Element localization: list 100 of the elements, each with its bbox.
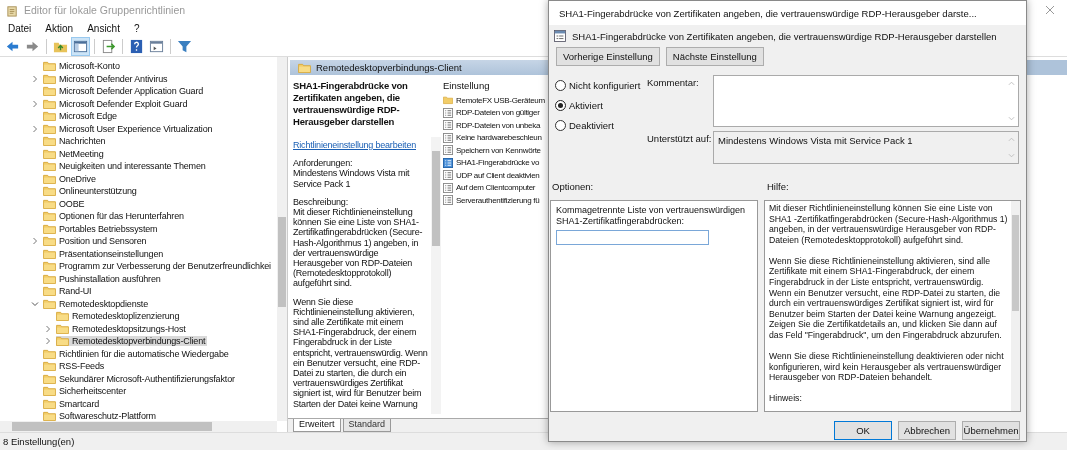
tree-item[interactable]: NetMeeting <box>59 148 104 159</box>
setting-item[interactable]: RDP-Dateien von gültiger <box>456 108 540 118</box>
folder-icon <box>43 73 56 84</box>
dialog-button[interactable]: OK <box>834 421 892 440</box>
edit-policy-link[interactable]: Richtlinieneinstellung bearbeiten <box>293 140 429 151</box>
tree-item[interactable]: Remotedesktopdienste <box>59 298 149 309</box>
tree-item[interactable]: Programm zur Verbesserung der Benutzerfreundlichkei <box>59 261 271 272</box>
scroll-down-icon[interactable] <box>1008 153 1015 158</box>
setting-item[interactable]: Keine hardwarebeschleun <box>456 133 542 143</box>
help-text: Wenn Sie diese Richtlinieneinstellung deaktivieren oder nicht konfigurieren, wird kein Herausgeber als vertrauenswürdiger Herausgeber von RDP-Dateien behandelt. <box>769 351 1005 383</box>
description-text: Wenn Sie diese Richtlinieneinstellung aktivieren, sind alle Zertifikate mit einem SHA1-Fingerabdruck, der einem Fingerabdruck in der Liste entspricht, vertrauenswürdig. Wenn ein Benutzer versucht, eine RDP-Datei zu starten, die durch ein vertrauenswürdiges Zertifikat signiert ist, wird für Benutzer beim Starten der Datei keine Warnung <box>293 296 429 409</box>
scrollbar-thumb[interactable] <box>432 151 440 246</box>
view-tab[interactable]: Standard <box>342 419 392 432</box>
scroll-down-icon[interactable] <box>1008 116 1015 121</box>
policy-icon <box>443 145 453 156</box>
tree-item[interactable]: Pushinstallation ausführen <box>59 273 161 284</box>
radio-label[interactable]: Nicht konfiguriert <box>569 80 641 91</box>
menu-item[interactable]: ? <box>133 22 140 34</box>
radio-button[interactable] <box>555 120 566 131</box>
policy-icon <box>443 170 453 181</box>
tree-item[interactable]: Nachrichten <box>59 136 106 147</box>
folder-icon <box>443 95 453 106</box>
policy-icon <box>443 132 453 143</box>
dialog-title: SHA1-Fingerabdrücke von Zertifikaten angeben, die vertrauenswürdige RDP-Herausgeber darste... <box>559 7 977 19</box>
tree-item[interactable]: Microsoft Edge <box>59 111 117 122</box>
nav-button[interactable]: Vorherige Einstellung <box>556 47 660 66</box>
tree-item[interactable]: Onlineunterstützung <box>59 186 137 197</box>
dialog-button[interactable]: Übernehmen <box>962 421 1020 440</box>
menu-item[interactable]: Datei <box>8 22 32 34</box>
tree-item[interactable]: RSS-Feeds <box>59 361 105 372</box>
setting-item[interactable]: Serverauthentifizierung fü <box>456 195 540 205</box>
tree-item[interactable]: Smartcard <box>59 398 100 409</box>
nav-button[interactable]: Nächste Einstellung <box>665 47 764 66</box>
tree-item[interactable]: OneDrive <box>59 173 96 184</box>
help-icon[interactable] <box>128 37 145 55</box>
export-icon[interactable] <box>100 37 117 55</box>
scrollbar[interactable] <box>277 57 287 421</box>
folder-icon <box>43 398 56 409</box>
requirements-label: Anforderungen: <box>293 158 353 169</box>
folder-icon <box>43 386 56 397</box>
options-label: Optionen: <box>551 181 595 194</box>
close-icon[interactable] <box>1045 5 1055 15</box>
supported-text: Mindestens Windows Vista mit Service Pack 1 <box>717 134 914 148</box>
folder-icon <box>43 161 56 172</box>
tree-item[interactable]: Präsentationseinstellungen <box>59 248 164 259</box>
radio-label[interactable]: Aktiviert <box>569 100 603 111</box>
tree-item[interactable]: Sicherheitscenter <box>59 386 126 397</box>
tree-item[interactable]: Portables Betriebssystem <box>59 223 158 234</box>
setting-item[interactable]: RemoteFX USB-Geräteum <box>456 95 545 105</box>
folder-icon <box>56 311 69 322</box>
scroll-up-icon[interactable] <box>1008 81 1015 86</box>
pane-icon[interactable] <box>72 37 89 55</box>
menu-item[interactable]: Ansicht <box>87 22 120 34</box>
scrollbar[interactable] <box>1011 201 1020 411</box>
scroll-up-icon[interactable] <box>1008 137 1015 142</box>
tree-item[interactable]: Microsoft-Konto <box>59 61 120 72</box>
tree-item[interactable]: Sekundärer Microsoft-Authentifizierungsfaktor <box>59 373 235 384</box>
tree-item[interactable]: Microsoft User Experience Virtualization <box>59 123 213 134</box>
setting-item[interactable]: SHA1-Fingerabdrücke vo <box>456 158 540 168</box>
menu-item[interactable]: Aktion <box>45 22 74 34</box>
radio-label[interactable]: Deaktiviert <box>569 120 614 131</box>
tree-item[interactable]: Microsoft Defender Antivirus <box>59 73 168 84</box>
scrollbar-thumb[interactable] <box>12 422 212 431</box>
policy-title: SHA1-Fingerabdrücke von Zertifikaten angeben, die vertrauenswürdige RDP-Herausgeber darstellen <box>293 80 409 128</box>
tree-item[interactable]: Microsoft Defender Application Guard <box>59 86 204 97</box>
tree-item[interactable]: OOBE <box>59 198 85 209</box>
tree-item[interactable]: Remotedesktopsitzungs-Host <box>72 323 186 334</box>
scrollbar-thumb[interactable] <box>1012 215 1019 311</box>
scrollbar[interactable] <box>431 137 441 414</box>
tree-item[interactable]: Softwareschutz-Plattform <box>59 411 156 421</box>
scrollbar-thumb[interactable] <box>278 217 286 307</box>
tree-item[interactable]: Richtlinien für die automatische Wiedergabe <box>59 348 229 359</box>
tree-item[interactable]: Position und Sensoren <box>59 236 147 247</box>
folder-icon <box>43 211 56 222</box>
folder-icon <box>43 236 56 247</box>
setting-item[interactable]: Speichern von Kennwörte <box>456 145 541 155</box>
tree-item[interactable]: Neuigkeiten und interessante Themen <box>59 161 206 172</box>
folder-icon <box>43 173 56 184</box>
thumbprint-field[interactable] <box>556 230 709 245</box>
view-tab[interactable]: Erweitert <box>293 419 341 432</box>
help-label: Hilfe: <box>767 181 789 194</box>
folder-icon <box>43 298 56 309</box>
radio-button[interactable] <box>555 80 566 91</box>
dialog-button[interactable]: Abbrechen <box>898 421 956 440</box>
setting-item[interactable]: RDP-Dateien von unbeka <box>456 120 541 130</box>
tree-item[interactable]: Microsoft Defender Exploit Guard <box>59 98 188 109</box>
setting-item[interactable]: Auf dem Clientcomputer <box>456 183 536 193</box>
tree-item[interactable]: Rand-UI <box>59 286 92 297</box>
scrollbar[interactable] <box>0 421 277 432</box>
folder-icon <box>43 223 56 234</box>
tree-item[interactable]: Remotedesktoplizenzierung <box>72 311 180 322</box>
radio-button[interactable] <box>555 100 566 111</box>
comment-label: Kommentar: <box>647 76 700 90</box>
help-text: Hinweis: <box>769 393 803 404</box>
column-header[interactable]: Einstellung <box>443 80 550 94</box>
comment-field[interactable] <box>713 75 1019 127</box>
tree-item[interactable]: Optionen für das Herunterfahren <box>59 211 184 222</box>
folder-icon <box>43 86 56 97</box>
setting-item[interactable]: UDP auf Client deaktivien <box>456 170 540 180</box>
folder-icon <box>43 61 56 72</box>
